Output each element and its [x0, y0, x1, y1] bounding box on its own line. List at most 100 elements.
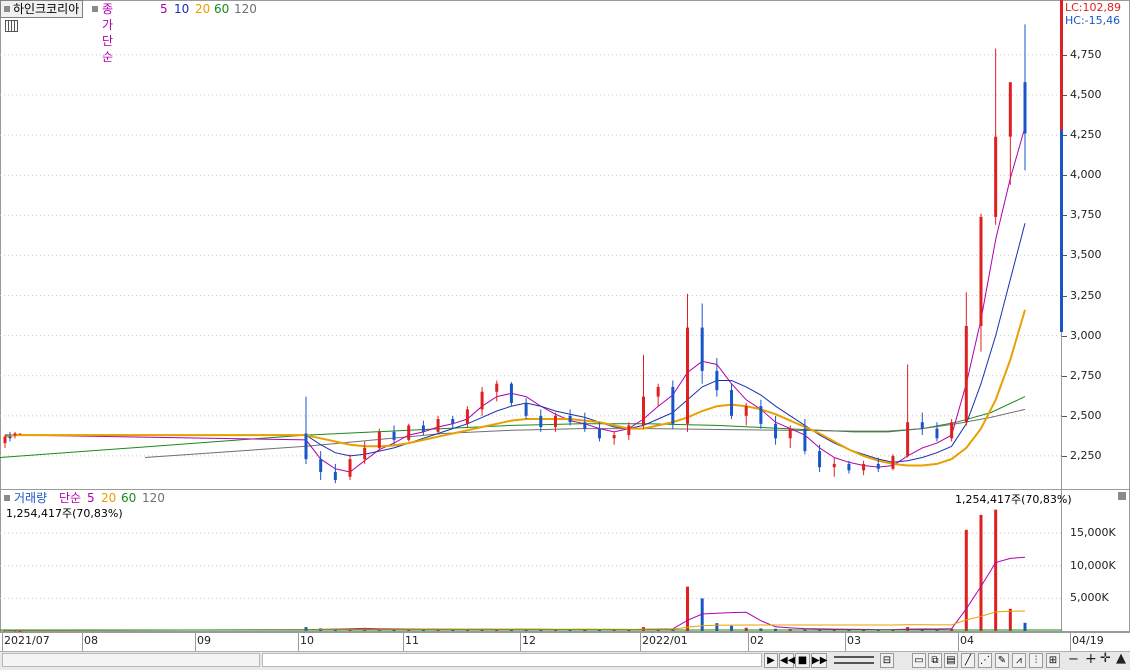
fast-forward-button[interactable]: ▶▶ — [811, 653, 827, 668]
crosshair-icon[interactable]: ✛ — [1100, 652, 1111, 666]
candle-body — [304, 433, 308, 460]
candle-body — [480, 391, 484, 410]
candle-body — [509, 383, 513, 403]
candle-body — [832, 463, 836, 468]
candle-body — [392, 431, 396, 440]
stop-button[interactable]: ■ — [795, 653, 810, 668]
volume-bar — [744, 627, 748, 631]
volume-bar — [964, 529, 968, 631]
candle-body — [994, 136, 998, 217]
candle-body — [3, 436, 7, 444]
candle-body — [363, 447, 367, 460]
date-tick-label: 2021/07 — [4, 634, 50, 647]
volume-chart[interactable] — [0, 489, 1062, 632]
candle-body — [774, 423, 778, 439]
candle-body — [671, 386, 675, 424]
draw-tool-icon[interactable]: ✎ — [995, 653, 1009, 668]
volume-bar — [979, 514, 983, 631]
date-axis: 2021/07 08 09 10 11 12 2022/01 02 03 04 04/19 — [0, 632, 1130, 652]
date-tick-label: 10 — [300, 634, 314, 647]
volume-bar — [1008, 608, 1012, 631]
candle-body — [935, 428, 939, 439]
line-tool-icon[interactable]: ╱ — [961, 653, 975, 668]
candle-body — [627, 425, 631, 436]
rewind-button[interactable]: ◀◀ — [779, 653, 795, 668]
price-tick-mark — [1062, 335, 1067, 337]
volume-tick-label: 5,000K — [1070, 591, 1109, 605]
price-tick-mark — [1062, 295, 1067, 297]
price-tick-label: 4,000 — [1070, 168, 1102, 182]
candle-body — [788, 428, 792, 439]
price-tick-mark — [1062, 415, 1067, 417]
price-tick-label: 3,000 — [1070, 328, 1102, 342]
candle-body — [333, 471, 337, 480]
date-separator — [845, 633, 846, 651]
fib-tool-icon[interactable]: ⩘ — [1012, 653, 1026, 668]
play-button[interactable]: ▶ — [764, 653, 778, 668]
ma60-early-line — [0, 434, 307, 459]
candle-body — [495, 383, 499, 392]
candle-body — [979, 216, 983, 326]
zoom-slider-icon[interactable] — [834, 656, 874, 664]
candle-body — [583, 422, 587, 429]
price-tick-label: 3,500 — [1070, 248, 1102, 262]
candle-body — [407, 425, 411, 440]
ma120-line — [305, 408, 1026, 447]
candle-body — [377, 431, 381, 448]
price-tick-mark — [1062, 255, 1067, 257]
volume-bar — [994, 509, 998, 631]
candle-body — [319, 459, 323, 472]
date-tick-label: 04 — [960, 634, 974, 647]
price-tick-mark — [1062, 455, 1067, 457]
candle-body — [1008, 82, 1012, 137]
scroll-thumb[interactable] — [262, 653, 762, 667]
chart-window: 하인크코리아 종가 단순 5 10 20 60 120 LC:102,89 HC… — [0, 0, 1130, 670]
candle-body — [744, 406, 748, 416]
candle-body — [539, 415, 543, 428]
date-tick-label: 11 — [405, 634, 419, 647]
candle-body — [451, 419, 455, 424]
candle-body — [847, 463, 851, 471]
compare-icon[interactable]: ▤ — [944, 653, 958, 668]
candle-body — [553, 415, 557, 428]
scroll-track[interactable] — [2, 653, 260, 667]
price-tick-mark — [1062, 135, 1067, 137]
price-tick-mark — [1062, 375, 1067, 377]
candle-body — [920, 422, 924, 429]
chart-type-icon[interactable]: ⫶ — [1029, 653, 1043, 668]
candle-body — [862, 463, 866, 471]
price-tick-label: 3,750 — [1070, 208, 1102, 222]
candle-body — [964, 325, 968, 423]
date-tick-label: 2022/01 — [642, 634, 688, 647]
zoom-in-button[interactable]: + — [1085, 652, 1097, 666]
volume-ma5-line — [4, 556, 1026, 631]
price-tick-label: 2,500 — [1070, 408, 1102, 422]
date-tick-label: 08 — [84, 634, 98, 647]
date-separator — [958, 633, 959, 651]
date-separator — [195, 633, 196, 651]
price-tick-label: 4,250 — [1070, 128, 1102, 142]
price-tick-label: 2,250 — [1070, 448, 1102, 462]
date-separator — [748, 633, 749, 651]
price-tick-mark — [1062, 175, 1067, 177]
price-chart[interactable] — [0, 0, 1062, 490]
split-view-icon[interactable]: ⊟ — [880, 653, 894, 668]
multi-window-icon[interactable]: ⧉ — [928, 653, 942, 668]
volume-bar — [686, 586, 690, 631]
arrow-up-icon[interactable]: ▲ — [1116, 652, 1126, 666]
candle-body — [8, 436, 12, 439]
volume-ma20-line — [4, 610, 1026, 631]
candle-body — [656, 386, 660, 397]
price-tick-mark — [1062, 215, 1067, 217]
candle-body — [700, 327, 704, 371]
price-tick-label: 4,500 — [1070, 87, 1102, 101]
candle-body — [759, 406, 763, 424]
zoom-out-button[interactable]: − — [1068, 653, 1079, 667]
volume-tick-label: 10,000K — [1070, 558, 1116, 572]
settings-icon[interactable]: ⊞ — [1046, 653, 1060, 668]
candle-body — [641, 396, 645, 426]
volume-tick-label: 15,000K — [1070, 526, 1116, 540]
candle-body — [1023, 82, 1027, 134]
window-icon[interactable]: ▭ — [912, 653, 926, 668]
trend-tool-icon[interactable]: ⋰ — [978, 653, 992, 668]
